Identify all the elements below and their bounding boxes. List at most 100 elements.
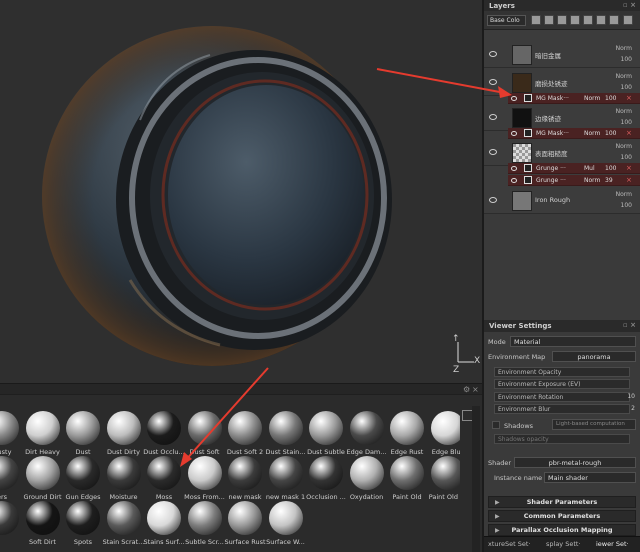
visibility-eye-icon[interactable] bbox=[489, 51, 497, 57]
parallax-section[interactable]: ▶ Parallax Occlusion Mapping bbox=[488, 524, 636, 536]
delete-effect-icon[interactable]: × bbox=[626, 176, 632, 184]
shader-parameters-section[interactable]: ▶ Shader Parameters bbox=[488, 496, 636, 508]
mask-row[interactable]: MG Mask··· Norm 100 × bbox=[508, 128, 640, 139]
env-rotation-slider[interactable]: Environment Rotation 10 bbox=[494, 392, 635, 402]
add-folder-icon[interactable] bbox=[583, 15, 593, 25]
shader-label: Shader bbox=[488, 459, 512, 467]
layer-blend[interactable]: Norm bbox=[616, 45, 632, 52]
visibility-eye-icon[interactable] bbox=[489, 197, 497, 203]
material-preview-ball bbox=[309, 456, 343, 490]
shadows-checkbox[interactable] bbox=[492, 421, 500, 429]
material-preview-ball bbox=[268, 501, 303, 535]
visibility-eye-icon[interactable] bbox=[489, 149, 497, 155]
material-preview-ball bbox=[309, 411, 343, 445]
layers-close-icon[interactable]: ▫ × bbox=[623, 1, 636, 9]
mask-icon bbox=[524, 129, 532, 137]
layer-opacity[interactable]: 100 bbox=[621, 202, 632, 209]
mask-icon bbox=[524, 94, 532, 102]
visibility-eye-icon[interactable] bbox=[489, 79, 497, 85]
export-icon[interactable] bbox=[609, 15, 619, 25]
env-map-select[interactable]: panorama bbox=[552, 351, 636, 362]
add-mask-icon[interactable] bbox=[557, 15, 567, 25]
delete-effect-icon[interactable]: × bbox=[626, 94, 632, 102]
common-parameters-section[interactable]: ▶ Common Parameters bbox=[488, 510, 636, 522]
viewer-settings-header: Viewer Settings ▫ × bbox=[484, 320, 640, 332]
material-preview-ball bbox=[268, 411, 303, 445]
channel-select[interactable]: Base Colo bbox=[487, 15, 526, 26]
3d-viewport[interactable]: ↑ X Z bbox=[0, 0, 482, 383]
fill-icon bbox=[524, 176, 532, 184]
layer-opacity[interactable]: 100 bbox=[621, 56, 632, 63]
visibility-eye-icon[interactable] bbox=[511, 96, 517, 101]
env-opacity-slider[interactable]: Environment Opacity bbox=[494, 367, 630, 377]
mode-select[interactable]: Material bbox=[510, 336, 636, 347]
tab-viewer-settings[interactable]: iewer Set· bbox=[596, 540, 629, 548]
material-label: Edge Blur bbox=[431, 448, 460, 456]
axis-z-label: Z bbox=[453, 365, 460, 375]
material-preview-ball bbox=[187, 456, 222, 490]
layer-row[interactable]: 暗旧金属 Norm 100 bbox=[484, 42, 640, 68]
env-opacity-label: Environment Opacity bbox=[498, 369, 562, 376]
instance-name-field[interactable]: Main shader bbox=[544, 472, 636, 483]
material-preview-ball bbox=[25, 501, 60, 535]
shelf-settings-icon[interactable]: ⚙ bbox=[463, 385, 470, 394]
layer-opacity[interactable]: 100 bbox=[621, 119, 632, 126]
env-rotation-value: 10 bbox=[627, 393, 635, 400]
material-preview-ball bbox=[390, 456, 424, 490]
env-blur-label: Environment Blur bbox=[498, 406, 551, 413]
axis-label-top: ↑ bbox=[452, 334, 460, 344]
mask-row[interactable]: MG Mask··· Norm 100 × bbox=[508, 93, 640, 104]
effect-opacity[interactable]: 100 bbox=[605, 165, 616, 172]
layer-opacity[interactable]: 100 bbox=[621, 154, 632, 161]
shelf-scrollbar[interactable] bbox=[472, 406, 480, 552]
visibility-eye-icon[interactable] bbox=[511, 166, 517, 171]
material-thumbnail[interactable]: Edge Blur bbox=[428, 411, 460, 457]
add-effect-icon[interactable] bbox=[570, 15, 580, 25]
layer-opacity[interactable]: 100 bbox=[621, 84, 632, 91]
material-preview-ball bbox=[147, 411, 181, 445]
fill-effect-row[interactable]: Grunge ··· Mul 100 × bbox=[508, 163, 640, 174]
shader-select[interactable]: pbr-metal-rough bbox=[514, 457, 636, 468]
layer-row[interactable]: Iron Rough Norm 100 bbox=[484, 188, 640, 214]
fill-effect-row[interactable]: Grunge ··· Norm 39 × bbox=[508, 175, 640, 186]
effect-blend[interactable]: Mul bbox=[584, 165, 595, 172]
effect-opacity[interactable]: 39 bbox=[605, 177, 613, 184]
material-thumbnail[interactable]: Paint Old ... bbox=[428, 456, 460, 502]
fill-icon bbox=[524, 164, 532, 172]
add-layer-icon[interactable] bbox=[531, 15, 541, 25]
expand-icon: ▶ bbox=[495, 513, 500, 520]
delete-layer-icon[interactable] bbox=[623, 15, 633, 25]
material-preview-ball bbox=[0, 411, 19, 445]
mask-opacity[interactable]: 100 bbox=[605, 95, 616, 102]
visibility-eye-icon[interactable] bbox=[489, 114, 497, 120]
app-window: ↑ X Z ⚙ × DustyDirt HeavyDustDust DirtyD… bbox=[0, 0, 640, 552]
shelf-close-icon[interactable]: × bbox=[472, 385, 479, 394]
effect-blend[interactable]: Norm bbox=[584, 177, 600, 184]
mask-opacity[interactable]: 100 bbox=[605, 130, 616, 137]
add-fill-layer-icon[interactable] bbox=[544, 15, 554, 25]
layer-blend[interactable]: Norm bbox=[616, 191, 632, 198]
material-preview-ball bbox=[106, 456, 141, 490]
tab-textureset-settings[interactable]: xtureSet Set· bbox=[488, 540, 531, 548]
material-thumbnail[interactable]: Surface W... bbox=[266, 501, 306, 547]
material-preview-ball bbox=[0, 501, 19, 535]
visibility-eye-icon[interactable] bbox=[511, 178, 517, 183]
shadows-select[interactable]: Light-based computation bbox=[552, 419, 636, 430]
instance-name-label: Instance name bbox=[494, 474, 543, 482]
env-blur-slider[interactable]: Environment Blur 2 bbox=[494, 404, 635, 414]
layer-blend[interactable]: Norm bbox=[616, 73, 632, 80]
env-exposure-slider[interactable]: Environment Exposure (EV) bbox=[494, 379, 630, 389]
tab-display-settings[interactable]: splay Sett· bbox=[546, 540, 581, 548]
material-preview-sphere[interactable] bbox=[40, 0, 420, 383]
layer-blend[interactable]: Norm bbox=[616, 143, 632, 150]
delete-effect-icon[interactable]: × bbox=[626, 164, 632, 172]
right-panel: Layers ▫ × Base Colo 暗旧金属 Norm 100 磨损处锈迹… bbox=[482, 0, 640, 552]
delete-effect-icon[interactable]: × bbox=[626, 129, 632, 137]
duplicate-layer-icon[interactable] bbox=[596, 15, 606, 25]
viewer-close-icon[interactable]: ▫ × bbox=[623, 321, 636, 329]
layer-blend[interactable]: Norm bbox=[616, 108, 632, 115]
shadows-opacity-slider[interactable]: Shadows opacity bbox=[494, 434, 630, 444]
visibility-eye-icon[interactable] bbox=[511, 131, 517, 136]
mask-blend[interactable]: Norm bbox=[584, 130, 600, 137]
mask-blend[interactable]: Norm bbox=[584, 95, 600, 102]
